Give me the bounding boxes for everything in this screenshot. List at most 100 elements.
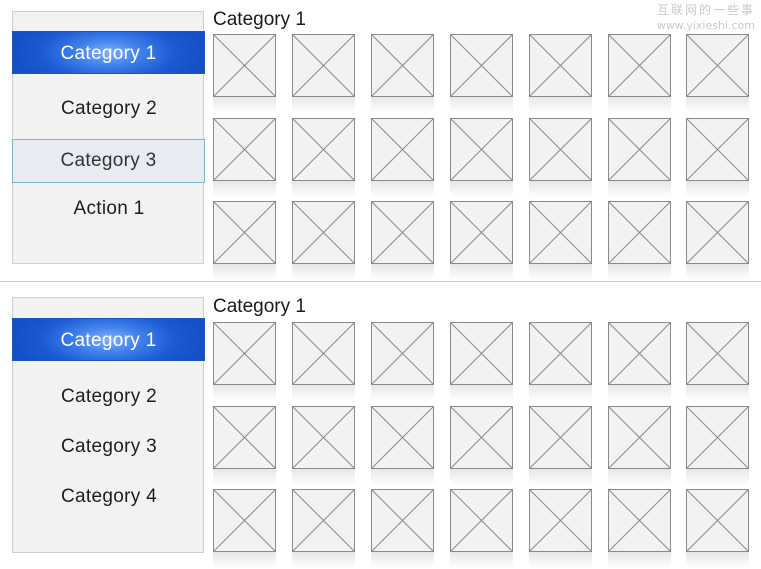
thumbnail-item[interactable] [292,322,355,385]
thumbnail-item[interactable] [686,201,749,264]
thumbnail-item[interactable] [371,489,434,552]
thumbnail-reflection [608,97,671,113]
top-panel: Category 1 Category 2 Category 3 Action … [0,0,761,280]
image-placeholder-icon [293,323,354,384]
image-placeholder-icon [687,323,748,384]
image-placeholder-icon [451,407,512,468]
image-placeholder-icon [293,35,354,96]
thumbnail-reflection [292,552,355,568]
thumbnail-item[interactable] [213,406,276,469]
thumbnail-reflection [371,385,434,401]
thumbnail-item[interactable] [529,201,592,264]
thumbnail-reflection [371,264,434,280]
thumbnail-reflection [529,264,592,280]
thumbnail-item[interactable] [529,118,592,181]
thumbnail-item[interactable] [292,201,355,264]
thumbnail-item[interactable] [213,34,276,97]
thumbnail-item[interactable] [608,322,671,385]
thumbnail-reflection [529,469,592,485]
thumbnail-item[interactable] [371,201,434,264]
thumbnail-item[interactable] [371,322,434,385]
bottom-panel: Category 1 Category 2 Category 3 Categor… [0,285,761,569]
thumbnail-item[interactable] [450,34,513,97]
thumbnail-reflection [371,97,434,113]
thumbnail-item[interactable] [608,201,671,264]
thumbnail-item[interactable] [450,406,513,469]
thumbnail-item[interactable] [371,118,434,181]
thumbnail-item[interactable] [450,489,513,552]
image-placeholder-icon [214,407,275,468]
thumbnail-reflection [608,552,671,568]
image-placeholder-icon [687,407,748,468]
thumbnail-reflection [686,264,749,280]
thumbnail-item[interactable] [608,118,671,181]
thumbnail-item[interactable] [371,406,434,469]
thumbnail-item[interactable] [686,406,749,469]
thumbnail-item[interactable] [608,406,671,469]
thumbnail-reflection [686,552,749,568]
thumbnail-item[interactable] [292,118,355,181]
thumbnail-item[interactable] [450,118,513,181]
thumbnail-item[interactable] [686,34,749,97]
thumbnail-reflection [608,181,671,197]
image-placeholder-icon [372,35,433,96]
image-placeholder-icon [451,323,512,384]
thumbnail-grid [0,285,761,569]
thumbnail-item[interactable] [608,489,671,552]
thumbnail-item[interactable] [213,489,276,552]
image-placeholder-icon [372,202,433,263]
image-placeholder-icon [214,35,275,96]
thumbnail-item[interactable] [292,489,355,552]
image-placeholder-icon [530,202,591,263]
image-placeholder-icon [530,407,591,468]
image-placeholder-icon [609,323,670,384]
image-placeholder-icon [687,35,748,96]
thumbnail-reflection [529,385,592,401]
thumbnail-reflection [213,181,276,197]
thumbnail-reflection [529,181,592,197]
image-placeholder-icon [451,35,512,96]
thumbnail-item[interactable] [292,406,355,469]
thumbnail-reflection [292,469,355,485]
thumbnail-item[interactable] [686,118,749,181]
thumbnail-reflection [292,385,355,401]
thumbnail-item[interactable] [371,34,434,97]
image-placeholder-icon [530,35,591,96]
image-placeholder-icon [687,202,748,263]
thumbnail-item[interactable] [608,34,671,97]
image-placeholder-icon [372,407,433,468]
thumbnail-item[interactable] [213,322,276,385]
image-placeholder-icon [609,202,670,263]
thumbnail-grid [0,0,761,284]
thumbnail-item[interactable] [686,489,749,552]
image-placeholder-icon [530,119,591,180]
thumbnail-item[interactable] [529,34,592,97]
image-placeholder-icon [293,407,354,468]
thumbnail-item[interactable] [450,201,513,264]
image-placeholder-icon [451,119,512,180]
thumbnail-reflection [529,97,592,113]
image-placeholder-icon [687,119,748,180]
thumbnail-item[interactable] [292,34,355,97]
image-placeholder-icon [530,323,591,384]
thumbnail-item[interactable] [529,489,592,552]
thumbnail-reflection [529,552,592,568]
thumbnail-reflection [686,97,749,113]
thumbnail-reflection [213,552,276,568]
thumbnail-reflection [371,552,434,568]
thumbnail-reflection [371,469,434,485]
thumbnail-item[interactable] [450,322,513,385]
image-placeholder-icon [214,202,275,263]
image-placeholder-icon [372,490,433,551]
thumbnail-item[interactable] [213,201,276,264]
thumbnail-reflection [371,181,434,197]
thumbnail-reflection [608,264,671,280]
thumbnail-item[interactable] [529,322,592,385]
thumbnail-item[interactable] [529,406,592,469]
image-placeholder-icon [451,490,512,551]
thumbnail-item[interactable] [213,118,276,181]
thumbnail-reflection [686,385,749,401]
thumbnail-reflection [292,181,355,197]
thumbnail-item[interactable] [686,322,749,385]
thumbnail-reflection [213,264,276,280]
